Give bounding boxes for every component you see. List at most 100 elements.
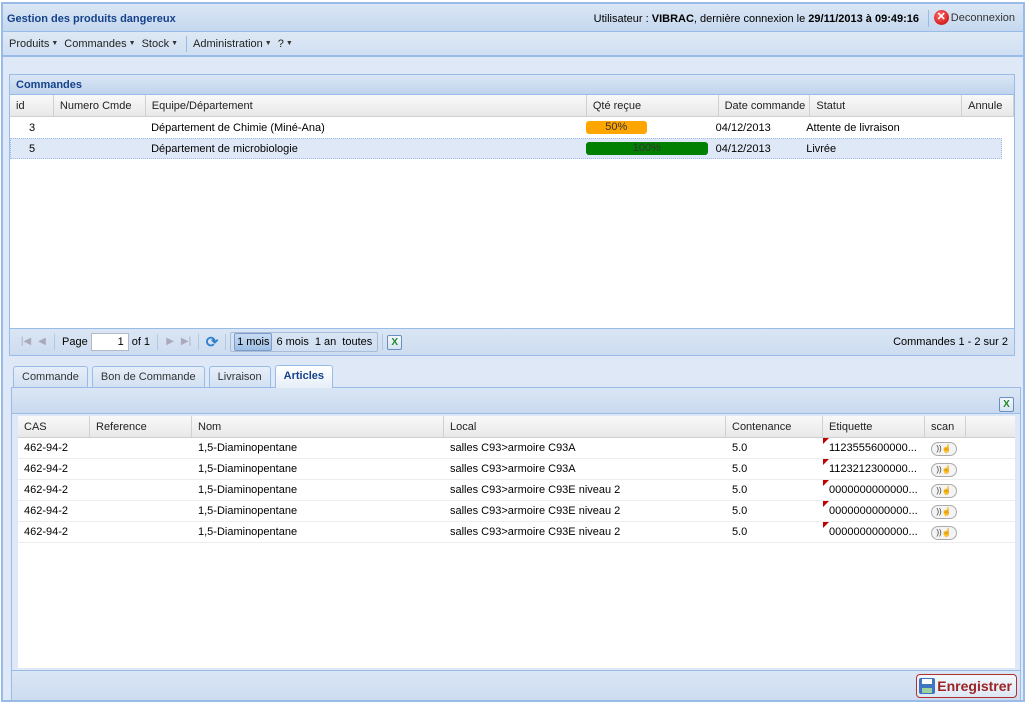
cell-reference xyxy=(90,459,192,479)
page-label: Page xyxy=(62,336,88,348)
col-nom[interactable]: Nom xyxy=(192,416,444,437)
articles-grid: CAS Reference Nom Local Contenance Etiqu… xyxy=(18,416,1015,668)
cell-nom: 1,5-Diaminopentane xyxy=(198,505,298,517)
dirty-cell-marker xyxy=(823,522,829,528)
progress-bar: 100% xyxy=(585,142,708,155)
menu-bar: Produits ▼ Commandes ▼ Stock ▼ Administrati… xyxy=(3,32,1023,57)
cell-cas: 462-94-2 xyxy=(24,463,69,475)
menu-produits[interactable]: Produits ▼ xyxy=(7,38,62,50)
col-contenance[interactable]: Contenance xyxy=(726,416,823,437)
menu-help[interactable]: ? ▼ xyxy=(276,38,297,50)
logout-button[interactable]: ✕ Deconnexion xyxy=(933,10,1015,25)
menu-administration[interactable]: Administration ▼ xyxy=(191,38,276,50)
save-button[interactable]: Enregistrer xyxy=(916,674,1017,698)
caret-down-icon: ▼ xyxy=(128,40,136,47)
pager-info: Commandes 1 - 2 sur 2 xyxy=(893,336,1008,348)
col-numero-cmde[interactable]: Numero Cmde xyxy=(54,95,146,116)
rfid-scan-icon[interactable]: ))☝ xyxy=(931,505,957,519)
title-bar: Gestion des produits dangereux Utilisate… xyxy=(3,4,1023,32)
col-qte-recue[interactable]: Qté reçue xyxy=(587,95,719,116)
cell-contenance: 5.0 xyxy=(732,484,748,496)
cell-contenance: 5.0 xyxy=(732,505,748,517)
pager-separator xyxy=(157,334,159,350)
commande-row[interactable]: 5 Département de microbiologie 100% 04/12/2… xyxy=(10,138,1002,159)
rfid-scan-icon[interactable]: ))☝ xyxy=(931,442,957,456)
article-row[interactable]: 462-94-2 1,5-Diaminopentane salles C93>arm… xyxy=(18,438,1015,459)
col-etiquette[interactable]: Etiquette xyxy=(823,416,925,437)
cell-cas: 462-94-2 xyxy=(24,526,69,538)
app-window: Gestion des produits dangereux Utilisate… xyxy=(1,2,1025,702)
cell-local: salles C93>armoire C93E niveau 2 xyxy=(450,526,621,538)
cell-cas: 462-94-2 xyxy=(24,505,69,517)
col-cas[interactable]: CAS xyxy=(18,416,90,437)
cell-scan: ))☝ xyxy=(925,480,966,500)
article-row[interactable]: 462-94-2 1,5-Diaminopentane salles C93>arm… xyxy=(18,501,1015,522)
cell-contenance: 5.0 xyxy=(732,526,748,538)
page-number-input[interactable] xyxy=(90,333,129,351)
cell-reference xyxy=(90,480,192,500)
cell-local: salles C93>armoire C93A xyxy=(450,463,576,475)
col-statut[interactable]: Statut xyxy=(810,95,963,116)
rfid-scan-icon[interactable]: ))☝ xyxy=(931,484,957,498)
cell-etiquette[interactable]: 0000000000000... xyxy=(823,522,925,542)
pager-separator xyxy=(54,334,55,350)
tab-bon-de-commande[interactable]: Bon de Commande xyxy=(91,366,205,387)
cell-etiquette[interactable]: 1123555600000... xyxy=(823,438,925,458)
commande-row[interactable]: 3 Département de Chimie (Miné-Ana) 50% 04/1… xyxy=(10,117,1002,138)
dirty-cell-marker xyxy=(823,501,829,507)
col-scan[interactable]: scan xyxy=(925,416,966,437)
col-local[interactable]: Local xyxy=(444,416,726,437)
next-page-icon[interactable]: ▶ xyxy=(162,334,178,350)
etiquette-value: 1123555600000... xyxy=(829,442,917,454)
tab-articles[interactable]: Articles xyxy=(274,365,334,388)
cell-equipe: Département de microbiologie xyxy=(151,143,298,155)
rfid-scan-icon[interactable]: ))☝ xyxy=(931,463,957,477)
menu-commandes[interactable]: Commandes ▼ xyxy=(62,38,139,50)
article-row[interactable]: 462-94-2 1,5-Diaminopentane salles C93>arm… xyxy=(18,459,1015,480)
rfid-scan-icon[interactable]: ))☝ xyxy=(931,526,957,540)
date-range-group: 1 mois 6 mois 1 an toutes xyxy=(230,332,379,352)
first-page-icon[interactable]: |◀ xyxy=(18,334,34,350)
cell-etiquette[interactable]: 0000000000000... xyxy=(823,480,925,500)
cell-equipe: Département de Chimie (Miné-Ana) xyxy=(151,122,325,134)
cell-id: 3 xyxy=(29,122,36,134)
range-6-mois[interactable]: 6 mois xyxy=(274,334,310,350)
article-row[interactable]: 462-94-2 1,5-Diaminopentane salles C93>arm… xyxy=(18,480,1015,501)
articles-grid-body: 462-94-2 1,5-Diaminopentane salles C93>arm… xyxy=(18,438,1015,543)
cell-date-commande: 04/12/2013 xyxy=(715,143,771,155)
cell-scan: ))☝ xyxy=(925,522,966,542)
caret-down-icon: ▼ xyxy=(264,40,272,47)
excel-export-icon[interactable]: X xyxy=(387,334,403,350)
pager-separator xyxy=(225,334,227,350)
cell-nom: 1,5-Diaminopentane xyxy=(198,526,298,538)
tab-commande[interactable]: Commande xyxy=(13,366,88,387)
col-date-commande[interactable]: Date commande xyxy=(719,95,811,116)
article-row[interactable]: 462-94-2 1,5-Diaminopentane salles C93>arm… xyxy=(18,522,1015,543)
range-1-an[interactable]: 1 an xyxy=(313,334,338,350)
range-toutes[interactable]: toutes xyxy=(340,334,374,350)
cell-contenance: 5.0 xyxy=(732,442,748,454)
col-reference[interactable]: Reference xyxy=(90,416,192,437)
refresh-icon[interactable]: ⟳ xyxy=(203,333,221,351)
divider xyxy=(928,10,929,27)
tab-livraison[interactable]: Livraison xyxy=(208,366,271,387)
cell-reference xyxy=(90,438,192,458)
cell-etiquette[interactable]: 1123212300000... xyxy=(823,459,925,479)
caret-down-icon: ▼ xyxy=(285,40,293,47)
last-page-icon[interactable]: ▶| xyxy=(178,334,194,350)
col-annule[interactable]: Annule xyxy=(962,95,1015,116)
prev-page-icon[interactable]: ◀ xyxy=(34,334,50,350)
articles-panel: X CAS Reference Nom Local Contenance Eti… xyxy=(11,387,1021,701)
range-1-mois[interactable]: 1 mois xyxy=(234,333,273,351)
menu-stock[interactable]: Stock ▼ xyxy=(140,38,182,50)
articles-toolbar: X xyxy=(12,388,1020,414)
user-info: Utilisateur : VIBRAC, dernière connexion… xyxy=(593,13,919,25)
col-id[interactable]: id xyxy=(10,95,54,116)
last-login: 29/11/2013 à 09:49:16 xyxy=(808,13,919,25)
col-equipe[interactable]: Equipe/Département xyxy=(146,95,587,116)
cell-etiquette[interactable]: 0000000000000... xyxy=(823,501,925,521)
menu-separator xyxy=(186,35,188,52)
excel-export-icon[interactable]: X xyxy=(999,397,1014,412)
commandes-panel: Commandes id Numero Cmde Equipe/Départem… xyxy=(9,74,1015,356)
pager-separator xyxy=(198,334,200,350)
